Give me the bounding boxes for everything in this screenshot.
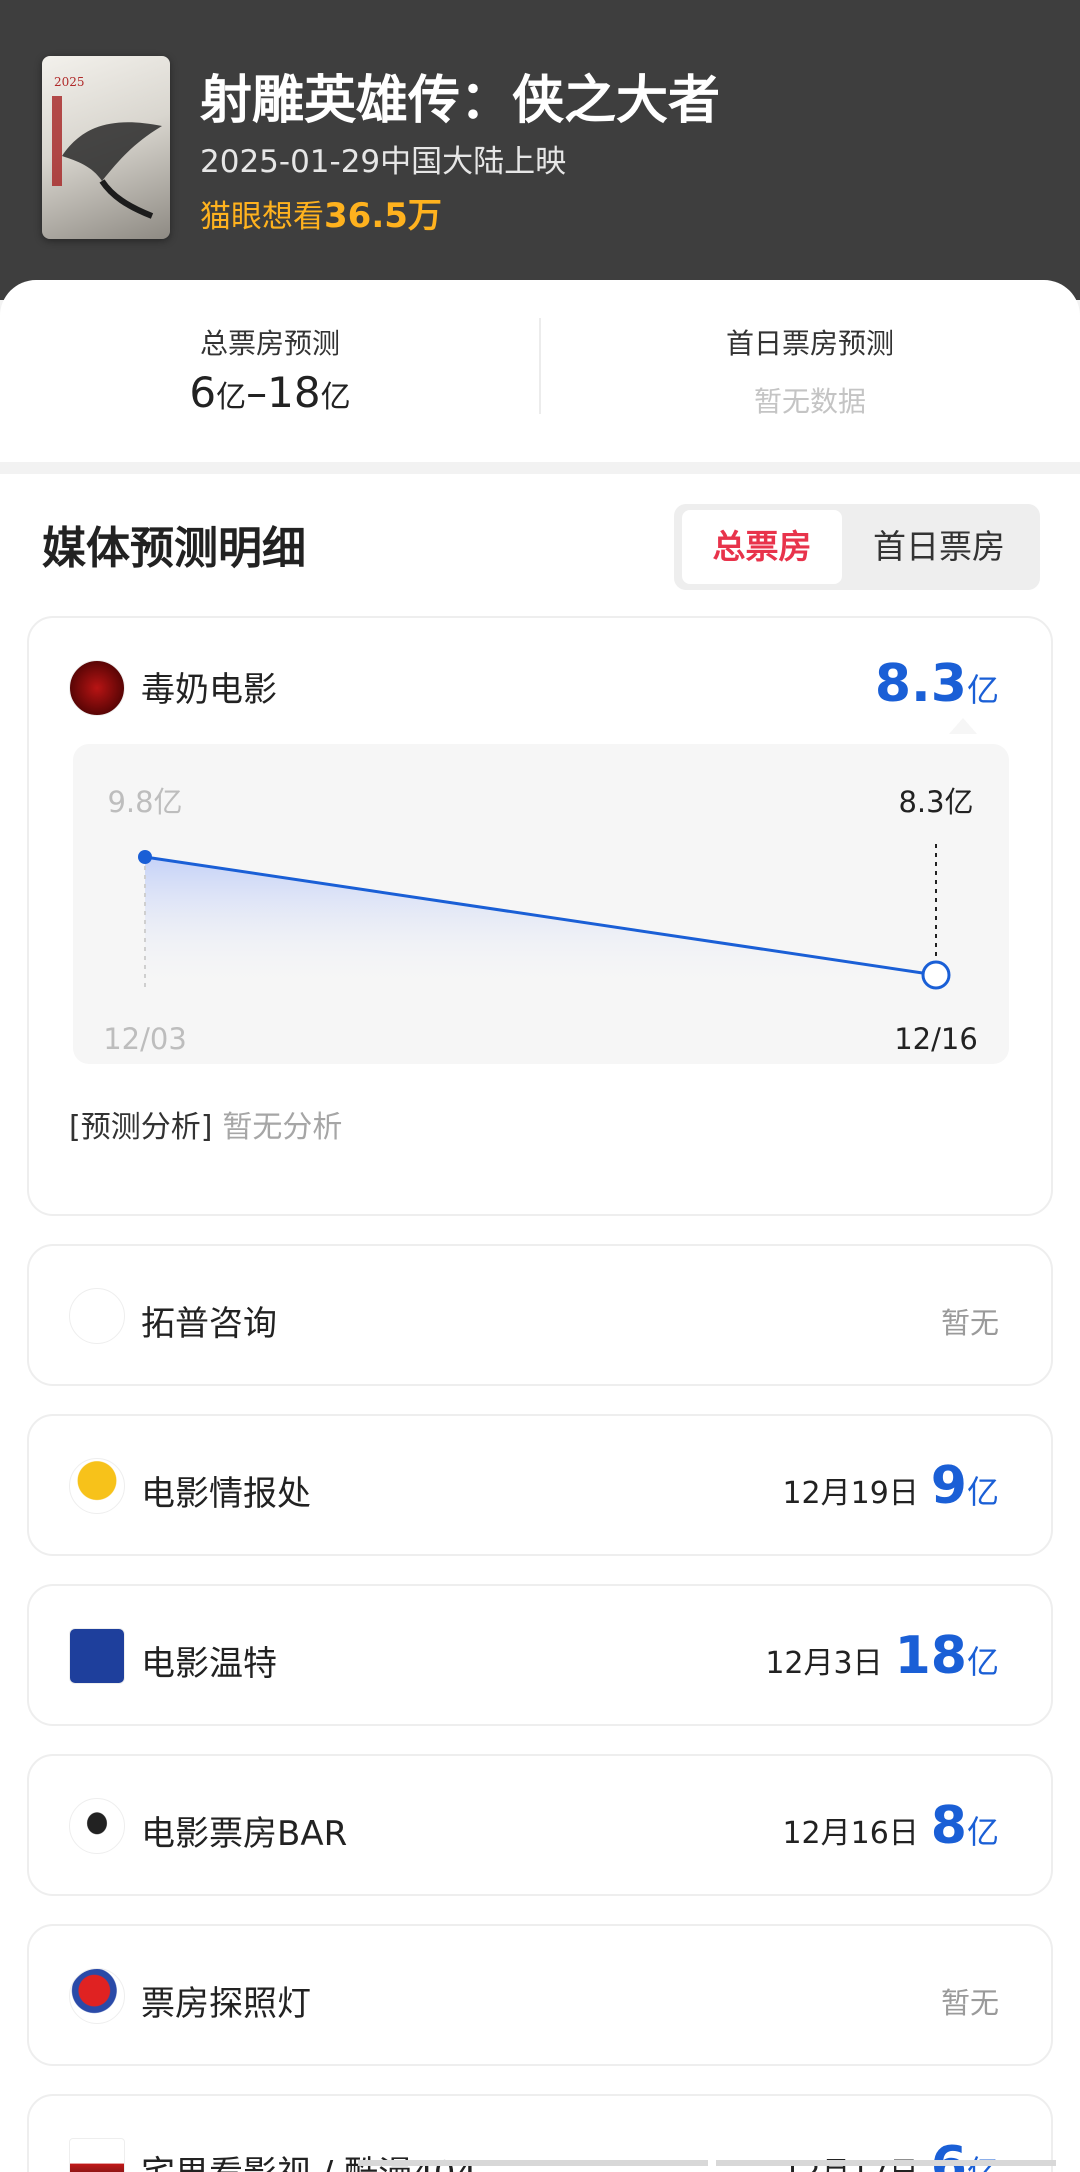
value-pointer — [949, 718, 977, 734]
wish-value: 36.5万 — [324, 196, 442, 236]
prediction-date: 12月3日 — [765, 1646, 883, 1681]
total-min-unit: 亿 — [216, 380, 247, 415]
prediction-value: 12月17日6亿 — [782, 2136, 999, 2172]
prediction-analysis: [预测分析] 暂无分析 — [69, 1102, 342, 1146]
first-day-empty: 暂无数据 — [753, 385, 866, 418]
featured-value: 8.3亿 — [875, 654, 999, 714]
bar-logo-icon — [69, 1798, 125, 1854]
source-name: 电影票房BAR — [141, 1814, 348, 1854]
data-label-end: 8.3亿 — [898, 785, 973, 819]
prediction-value: 12月19日 9亿 — [782, 1456, 999, 1516]
duniu-logo-icon — [69, 660, 125, 716]
tuopu-logo-icon — [69, 1288, 125, 1344]
prediction-trend-chart: 9.8亿 8.3亿 12/03 12/16 — [73, 744, 1009, 1064]
zhainan-logo-icon — [69, 2138, 125, 2172]
total-box-office-summary: 总票房预测 6亿–18亿 — [0, 280, 540, 462]
prediction-date: 12月19日 — [782, 1476, 919, 1511]
scroll-indicator-right — [716, 2160, 1056, 2166]
prediction-value: 12月3日 18亿 — [765, 1626, 999, 1686]
prediction-summary: 总票房预测 6亿–18亿 首日票房预测 暂无数据 — [0, 280, 1080, 462]
wish-prefix: 猫眼想看 — [200, 199, 324, 235]
movie-poster[interactable]: 2025 — [42, 56, 170, 239]
prediction-date: 12月16日 — [782, 1816, 919, 1851]
tanzhaodeng-logo-icon — [69, 1968, 125, 2024]
prediction-unit: 亿 — [966, 1473, 999, 1511]
featured-value-number: 8.3 — [874, 654, 967, 714]
tab-first-day-box-office[interactable]: 首日票房 — [846, 510, 1032, 584]
section-title: 媒体预测明细 — [42, 523, 306, 574]
source-card-wente[interactable]: 电影温特 12月3日 18亿 — [27, 1584, 1053, 1726]
data-point-end — [921, 960, 951, 990]
source-name: 宅男看影视 / 酷漫404 — [141, 2146, 477, 2172]
movie-title: 射雕英雄传：侠之大者 — [200, 71, 721, 131]
analysis-text: 暂无分析 — [222, 1110, 343, 1145]
x-tick-label-end: 12/16 — [894, 1022, 978, 1056]
prediction-unit: 亿 — [966, 1643, 999, 1681]
prediction-number: 6 — [930, 2136, 967, 2172]
source-card-tuopu[interactable]: 拓普咨询 暂无 — [27, 1244, 1053, 1386]
tab-total-box-office[interactable]: 总票房 — [682, 510, 842, 584]
total-max-unit: 亿 — [320, 380, 351, 415]
prediction-number: 9 — [930, 1456, 967, 1516]
first-day-label: 首日票房预测 — [725, 327, 894, 360]
featured-value-unit: 亿 — [966, 671, 999, 709]
no-prediction-text: 暂无 — [940, 1986, 999, 2020]
data-point-start — [138, 850, 152, 864]
range-separator: – — [246, 368, 268, 417]
total-min: 6 — [189, 368, 217, 417]
trend-chart-svg: 9.8亿 8.3亿 12/03 12/16 — [103, 785, 978, 1056]
source-name: 毒奶电影 — [141, 670, 277, 710]
svg-text:2025: 2025 — [54, 75, 85, 89]
wish-count: 猫眼想看36.5万 — [200, 188, 442, 237]
wente-logo-icon — [69, 1628, 125, 1684]
first-day-summary: 首日票房预测 暂无数据 — [540, 280, 1080, 462]
poster-art-icon: 2025 — [52, 75, 162, 219]
source-card-qingbaochu[interactable]: 电影情报处 12月19日 9亿 — [27, 1414, 1053, 1556]
data-label-start: 9.8亿 — [107, 785, 182, 819]
release-date: 2025-01-29中国大陆上映 — [200, 144, 567, 180]
prediction-value: 12月16日 8亿 — [782, 1796, 999, 1856]
prediction-type-tabs: 总票房 首日票房 — [674, 504, 1040, 590]
prediction-unit: 亿 — [966, 1813, 999, 1851]
no-prediction-text: 暂无 — [940, 1306, 999, 1340]
source-name: 电影情报处 — [141, 1474, 311, 1514]
total-max: 18 — [267, 368, 321, 417]
source-card-bar[interactable]: 电影票房BAR 12月16日 8亿 — [27, 1754, 1053, 1896]
source-name: 电影温特 — [141, 1644, 277, 1684]
source-card-tanzhaodeng[interactable]: 票房探照灯 暂无 — [27, 1924, 1053, 2066]
prediction-number: 18 — [894, 1626, 967, 1686]
qingbaochu-logo-icon — [69, 1458, 125, 1514]
scroll-indicator-left — [358, 2160, 708, 2166]
media-prediction-detail: 媒体预测明细 总票房 首日票房 毒奶电影 8.3亿 9.8亿 8.3亿 12/03 1… — [0, 474, 1080, 2172]
trend-area — [145, 857, 936, 992]
total-label: 总票房预测 — [199, 327, 340, 360]
featured-prediction-card[interactable]: 毒奶电影 8.3亿 9.8亿 8.3亿 12/03 12/16 [预测分析] 暂无分析 — [27, 616, 1053, 1216]
source-name: 票房探照灯 — [141, 1984, 311, 2024]
total-range: 6亿–18亿 — [0, 368, 540, 417]
source-name: 拓普咨询 — [141, 1304, 277, 1344]
analysis-label: [预测分析] — [69, 1110, 213, 1145]
prediction-number: 8 — [930, 1796, 967, 1856]
movie-header: 2025 射雕英雄传：侠之大者 2025-01-29中国大陆上映 猫眼想看36.… — [0, 0, 1080, 300]
x-tick-label-start: 12/03 — [103, 1022, 187, 1056]
